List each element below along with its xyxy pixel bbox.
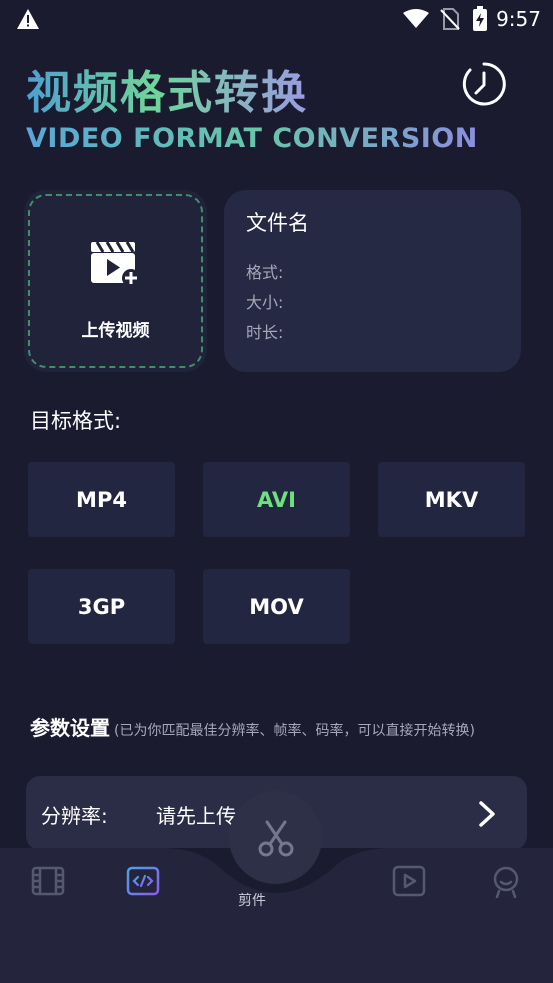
add-video-icon (91, 241, 140, 287)
upload-label: 上传视频 (81, 321, 150, 341)
history-icon[interactable] (460, 60, 508, 108)
file-format: 格式: (246, 263, 284, 282)
resolution-value: 请先上传 (156, 804, 236, 828)
no-sim-icon (440, 8, 460, 30)
nav-video-icon[interactable] (31, 864, 65, 898)
battery-charging-icon (473, 6, 487, 31)
nav-profile-icon[interactable] (489, 864, 523, 898)
params-hint: (已为你匹配最佳分辨率、帧率、码率，可以直接开始转换) (114, 723, 475, 739)
format-option-avi[interactable]: AVI (203, 462, 350, 537)
format-option-3gp[interactable]: 3GP (28, 569, 175, 644)
format-option-mov[interactable]: MOV (203, 569, 350, 644)
target-format-label: 目标格式: (30, 409, 122, 433)
warning-icon (17, 9, 39, 29)
upload-video-button[interactable]: 上传视频 (24, 190, 207, 372)
file-info-card: 文件名 格式: 大小: 时长: (224, 190, 521, 372)
file-size: 大小: (246, 293, 284, 312)
status-bar: 9:57 (0, 0, 553, 40)
nav-convert-icon[interactable] (126, 864, 160, 898)
params-title: 参数设置 (30, 716, 110, 740)
format-option-mkv[interactable]: MKV (378, 462, 525, 537)
chevron-right-icon (479, 801, 495, 827)
resolution-label: 分辨率: (41, 804, 108, 828)
nav-center-label: 剪件 (238, 893, 266, 909)
file-name: 文件名 (246, 211, 309, 235)
file-duration: 时长: (246, 323, 284, 342)
scissors-icon (258, 820, 293, 856)
status-time: 9:57 (496, 7, 541, 31)
params-header: 参数设置 (已为你匹配最佳分辨率、帧率、码率，可以直接开始转换) (30, 712, 475, 741)
page-title: 视频格式转换 (26, 56, 308, 121)
nav-center-button[interactable] (229, 791, 322, 884)
page-subtitle: VIDEO FORMAT CONVERSION (26, 123, 478, 154)
format-option-mp4[interactable]: MP4 (28, 462, 175, 537)
wifi-icon (403, 9, 429, 28)
nav-play-icon[interactable] (392, 864, 426, 898)
